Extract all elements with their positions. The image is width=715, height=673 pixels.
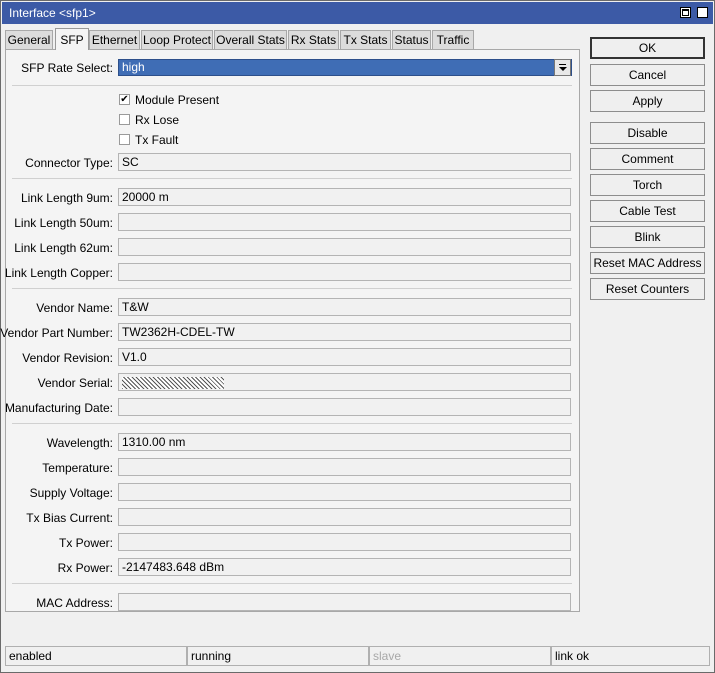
tab-ethernet[interactable]: Ethernet — [89, 30, 140, 49]
status-bar: enabled running slave link ok — [5, 646, 710, 666]
wavelength-field[interactable]: 1310.00 nm — [118, 433, 571, 451]
supply-voltage-field[interactable] — [118, 483, 571, 501]
status-running: running — [187, 646, 369, 666]
maximize-icon[interactable] — [680, 7, 691, 18]
vendor-part-number-label: Vendor Part Number: — [0, 326, 113, 340]
manufacturing-date-field[interactable] — [118, 398, 571, 416]
link-length-50um-field[interactable] — [118, 213, 571, 231]
divider — [12, 178, 572, 179]
divider — [12, 423, 572, 424]
dropdown-arrow-icon[interactable] — [554, 59, 571, 76]
vendor-serial-field[interactable] — [118, 373, 571, 391]
vendor-name-field[interactable]: T&W — [118, 298, 571, 316]
sfp-rate-select[interactable]: high — [118, 59, 572, 76]
window-title: Interface <sfp1> — [9, 6, 96, 20]
vendor-part-number-field[interactable]: TW2362H-CDEL-TW — [118, 323, 571, 341]
ok-button[interactable]: OK — [590, 37, 705, 59]
tab-traffic[interactable]: Traffic — [432, 30, 474, 49]
manufacturing-date-label: Manufacturing Date: — [4, 401, 113, 415]
tx-bias-current-field[interactable] — [118, 508, 571, 526]
rx-lose-checkbox[interactable] — [119, 114, 130, 125]
cancel-button[interactable]: Cancel — [590, 64, 705, 86]
status-link: link ok — [551, 646, 710, 666]
temperature-field[interactable] — [118, 458, 571, 476]
reset-counters-button[interactable]: Reset Counters — [590, 278, 705, 300]
rx-lose-label: Rx Lose — [135, 113, 180, 127]
link-length-9um-label: Link Length 9um: — [20, 191, 113, 205]
tab-rx-stats[interactable]: Rx Stats — [288, 30, 339, 49]
wavelength-label: Wavelength: — [46, 436, 113, 450]
tab-tx-stats[interactable]: Tx Stats — [340, 30, 391, 49]
vendor-revision-field[interactable]: V1.0 — [118, 348, 571, 366]
vendor-name-label: Vendor Name: — [36, 301, 113, 315]
link-length-62um-label: Link Length 62um: — [14, 241, 113, 255]
temperature-label: Temperature: — [42, 461, 113, 475]
status-enabled: enabled — [5, 646, 187, 666]
module-present-checkbox[interactable]: ✔ — [119, 94, 130, 105]
link-length-50um-label: Link Length 50um: — [14, 216, 113, 230]
connector-type-field[interactable]: SC — [118, 153, 571, 171]
tab-status[interactable]: Status — [392, 30, 431, 49]
module-present-label: Module Present — [135, 93, 220, 107]
tx-power-field[interactable] — [118, 533, 571, 551]
close-icon[interactable]: × — [697, 7, 708, 18]
tx-fault-label: Tx Fault — [135, 133, 179, 147]
link-length-copper-field[interactable] — [118, 263, 571, 281]
status-slave: slave — [369, 646, 551, 666]
link-length-62um-field[interactable] — [118, 238, 571, 256]
divider — [12, 85, 572, 86]
divider — [12, 288, 572, 289]
link-length-copper-label: Link Length Copper: — [4, 266, 113, 280]
vendor-serial-label: Vendor Serial: — [37, 376, 113, 390]
link-length-9um-field[interactable]: 20000 m — [118, 188, 571, 206]
rx-power-label: Rx Power: — [57, 561, 113, 575]
title-bar[interactable]: Interface <sfp1> × — [2, 2, 713, 24]
mac-address-label: MAC Address: — [36, 596, 113, 610]
connector-type-label: Connector Type: — [25, 156, 113, 170]
supply-voltage-label: Supply Voltage: — [29, 486, 113, 500]
mac-address-field[interactable] — [118, 593, 571, 611]
apply-button[interactable]: Apply — [590, 90, 705, 112]
rx-power-field[interactable]: -2147483.648 dBm — [118, 558, 571, 576]
tx-power-label: Tx Power: — [58, 536, 113, 550]
blink-button[interactable]: Blink — [590, 226, 705, 248]
tab-overall-stats[interactable]: Overall Stats — [214, 30, 287, 49]
tab-general[interactable]: General — [5, 30, 53, 49]
disable-button[interactable]: Disable — [590, 122, 705, 144]
tab-sfp[interactable]: SFP — [55, 28, 89, 50]
redacted-serial — [122, 376, 224, 389]
tx-fault-checkbox[interactable] — [119, 134, 130, 145]
comment-button[interactable]: Comment — [590, 148, 705, 170]
vendor-revision-label: Vendor Revision: — [22, 351, 113, 365]
sfp-rate-select-label: SFP Rate Select: — [21, 61, 113, 75]
tab-loop-protect[interactable]: Loop Protect — [141, 30, 213, 49]
reset-mac-address-button[interactable]: Reset MAC Address — [590, 252, 705, 274]
divider — [12, 583, 572, 584]
cable-test-button[interactable]: Cable Test — [590, 200, 705, 222]
torch-button[interactable]: Torch — [590, 174, 705, 196]
tx-bias-current-label: Tx Bias Current: — [26, 511, 113, 525]
